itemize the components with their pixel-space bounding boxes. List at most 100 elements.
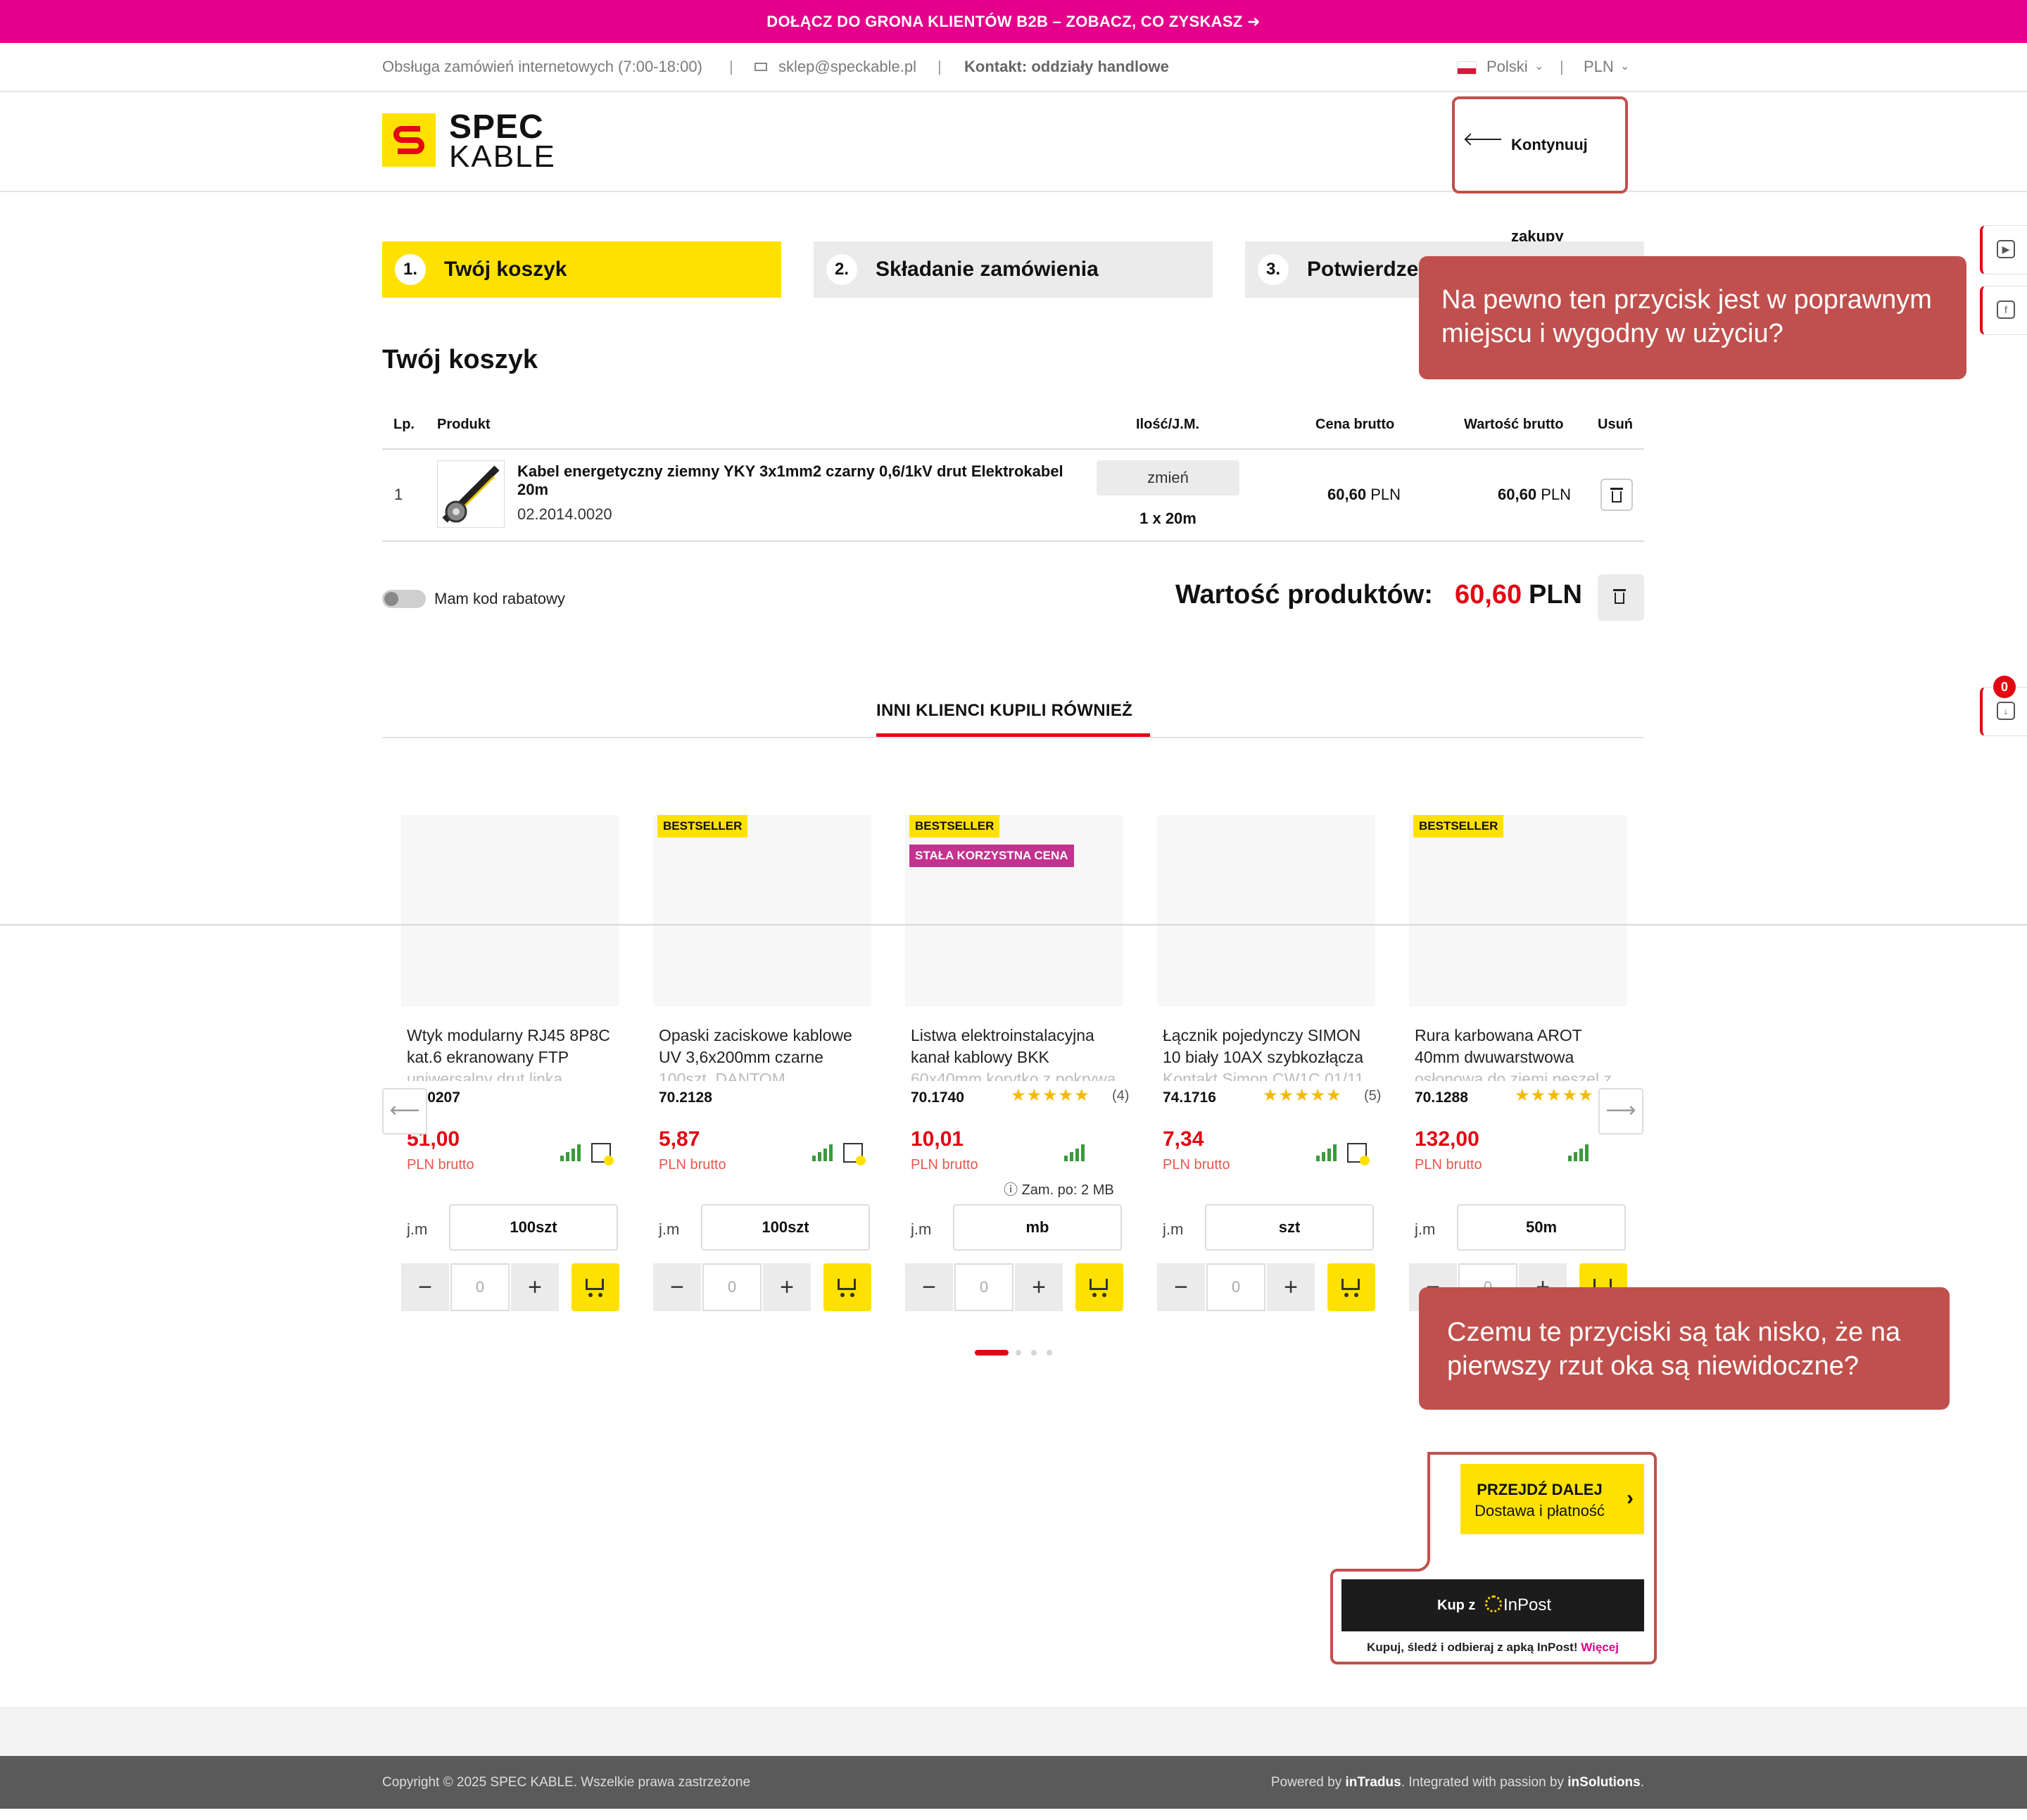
product-card[interactable]: Wtyk modularny RJ45 8P8C kat.6 ekranowan…: [401, 815, 619, 1322]
discount-toggle[interactable]: [382, 590, 426, 608]
col-value: Wartość brutto: [1464, 417, 1564, 432]
continue-shopping-button[interactable]: Kontynuuj zakupy: [1452, 96, 1628, 245]
carousel-dot[interactable]: [1047, 1350, 1052, 1355]
product-card[interactable]: BESTSELLER Opaski zaciskowe kablowe UV 3,…: [653, 815, 871, 1322]
unit-select[interactable]: mb: [953, 1204, 1122, 1251]
product-thumbnail[interactable]: [437, 460, 505, 528]
add-to-cart-button[interactable]: [572, 1263, 619, 1311]
product-name-link[interactable]: Opaski zaciskowe kablowe UV 3,6x200mm cz…: [659, 1025, 870, 1068]
price-note: PLN brutto: [659, 1157, 726, 1173]
stock-level-icon: [1568, 1143, 1592, 1161]
facebook-icon: f: [1997, 301, 2015, 319]
carousel-next-button[interactable]: ⟶: [1598, 1088, 1643, 1135]
discount-label[interactable]: Mam kod rabatowy: [434, 590, 565, 608]
add-to-cart-button[interactable]: [1327, 1263, 1375, 1311]
carousel-dot-active[interactable]: [975, 1350, 1009, 1355]
minimum-order-text: Zam. po: 2 MB: [1021, 1182, 1114, 1198]
increase-button[interactable]: +: [1015, 1263, 1063, 1311]
product-image[interactable]: [401, 815, 619, 1006]
quantity-input[interactable]: 0: [954, 1263, 1014, 1311]
facebook-tab[interactable]: f: [1980, 286, 2027, 335]
recommendations-tab[interactable]: INNI KLIENCI KUPILI RÓWNIEŻ: [876, 701, 1132, 721]
quantity-input[interactable]: 0: [1206, 1263, 1265, 1311]
rating-stars: ★★★★★: [1011, 1086, 1090, 1105]
site-header: SPEC KABLE Kontynuuj zakupy: [0, 92, 2027, 245]
increase-button[interactable]: +: [763, 1263, 811, 1311]
quantity-input[interactable]: 0: [702, 1263, 762, 1311]
col-lp: Lp.: [393, 417, 415, 432]
product-name-link[interactable]: Rura karbowana AROT 40mm dwuwarstwowa: [1415, 1025, 1626, 1068]
cart-title: Twój koszyk: [382, 345, 538, 374]
carousel-dot[interactable]: [1016, 1350, 1021, 1355]
step-label: Składanie zamówienia: [876, 258, 1099, 281]
add-to-cart-button[interactable]: [1075, 1263, 1123, 1311]
unit-select[interactable]: szt: [1205, 1204, 1374, 1251]
carousel-prev-button[interactable]: ⟵: [382, 1088, 427, 1135]
info-icon: ⓘ: [1004, 1182, 1018, 1198]
logo-text[interactable]: KABLE: [449, 141, 556, 172]
product-card[interactable]: Łącznik pojedynczy SIMON 10 biały 10AX s…: [1157, 815, 1381, 1322]
toggle-knob: [384, 592, 398, 606]
unit-select[interactable]: 100szt: [449, 1204, 618, 1251]
price-currency: PLN: [1370, 486, 1401, 503]
product-card[interactable]: BESTSELLER Rura karbowana AROT 40mm dwuwa…: [1409, 815, 1633, 1322]
unit-select[interactable]: 100szt: [701, 1204, 870, 1251]
total-currency: PLN: [1529, 580, 1582, 609]
unit-label: j.m: [911, 1220, 932, 1238]
unit-label: j.m: [659, 1220, 680, 1238]
unit-label: j.m: [1163, 1220, 1184, 1238]
contact-link[interactable]: Kontakt: oddziały handlowe: [964, 43, 1169, 91]
email-link[interactable]: sklep@speckable.pl: [778, 43, 916, 91]
decrease-button[interactable]: −: [653, 1263, 701, 1311]
remove-item-button[interactable]: [1600, 479, 1633, 511]
chevron-down-icon: ⌄: [1620, 61, 1630, 72]
total-value: 60,60: [1455, 580, 1522, 609]
product-image[interactable]: [653, 815, 871, 1006]
proceed-button[interactable]: PRZEJDŹ DALEJ Dostawa i płatność ›: [1460, 1464, 1644, 1534]
product-card[interactable]: BESTSELLER STAŁA KORZYSTNA CENA Listwa ele…: [905, 815, 1129, 1322]
divider: [382, 541, 1644, 542]
increase-button[interactable]: +: [1267, 1263, 1315, 1311]
poland-flag-icon: [1457, 61, 1477, 75]
product-name-link[interactable]: Listwa elektroinstalacyjna kanał kablowy…: [911, 1025, 1122, 1068]
decrease-button[interactable]: −: [1157, 1263, 1205, 1311]
step-label: Twój koszyk: [444, 258, 567, 281]
cart-icon: [1090, 1279, 1108, 1290]
inpost-note-text: Kupuj, śledź i odbieraj z apką InPost!: [1367, 1641, 1578, 1654]
product-name-link[interactable]: Wtyk modularny RJ45 8P8C kat.6 ekranowan…: [407, 1025, 618, 1068]
col-product: Produkt: [437, 417, 491, 432]
review-count[interactable]: (4): [1112, 1088, 1129, 1104]
decrease-button[interactable]: −: [905, 1263, 953, 1311]
product-code: 70.1740: [911, 1089, 964, 1106]
inpost-pay-button[interactable]: Kup z InPost: [1341, 1579, 1644, 1631]
product-image[interactable]: [1409, 815, 1627, 1006]
insolutions-link[interactable]: inSolutions: [1567, 1775, 1640, 1790]
quantity-input[interactable]: 0: [450, 1263, 510, 1311]
powered-by: Powered by inTradus. Integrated with pas…: [1271, 1756, 1644, 1809]
order-hours: Obsługa zamówień internetowych (7:00-18:…: [382, 58, 702, 75]
product-name-link[interactable]: Kabel energetyczny ziemny YKY 3x1mm2 cza…: [517, 462, 1080, 499]
logo-mark-icon[interactable]: [382, 113, 436, 167]
price-amount: 60,60: [1327, 486, 1367, 503]
review-count[interactable]: (5): [1364, 1088, 1381, 1104]
language-select[interactable]: Polski: [1486, 43, 1528, 91]
divider: |: [729, 58, 733, 75]
carousel-dot[interactable]: [1031, 1350, 1037, 1355]
product-code: 70.2128: [659, 1089, 712, 1106]
promo-banner[interactable]: DOŁĄCZ DO GRONA KLIENTÓW B2B – ZOBACZ, C…: [0, 0, 2027, 43]
intradus-link[interactable]: inTradus: [1346, 1775, 1401, 1790]
inpost-more-link[interactable]: Więcej: [1581, 1641, 1619, 1654]
product-image[interactable]: [905, 815, 1123, 1006]
clear-cart-button[interactable]: [1598, 574, 1644, 621]
product-name-link[interactable]: Łącznik pojedynczy SIMON 10 biały 10AX s…: [1163, 1025, 1374, 1068]
increase-button[interactable]: +: [511, 1263, 559, 1311]
decrease-button[interactable]: −: [401, 1263, 449, 1311]
youtube-tab[interactable]: ▶: [1980, 225, 2027, 274]
unit-select[interactable]: 50m: [1457, 1204, 1626, 1251]
trash-icon: [1605, 581, 1637, 614]
minimum-order: ⓘ Zam. po: 2 MB: [1004, 1178, 1114, 1199]
change-quantity-button[interactable]: zmień: [1097, 460, 1239, 495]
product-image[interactable]: [1157, 815, 1375, 1006]
add-to-cart-button[interactable]: [823, 1263, 871, 1311]
currency-select[interactable]: PLN: [1584, 43, 1614, 91]
